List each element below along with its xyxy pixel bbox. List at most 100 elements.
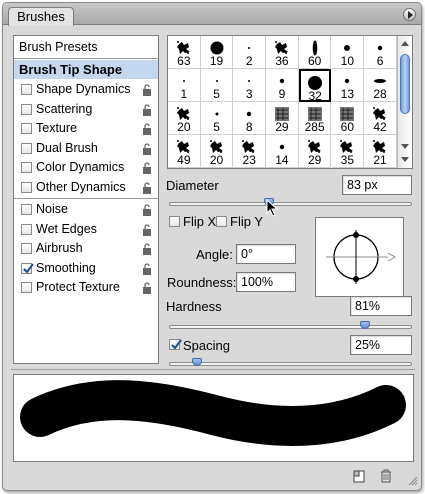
panel-bottom-bar — [3, 466, 421, 490]
lock-icon[interactable] — [142, 123, 152, 135]
brush-preset-cell[interactable]: 1 — [168, 69, 201, 102]
brush-preset-cell[interactable]: 29 — [298, 135, 332, 168]
brush-preset-cell[interactable]: 10 — [331, 36, 365, 69]
new-brush-button[interactable] — [351, 468, 367, 484]
option-row[interactable]: Color Dynamics — [14, 158, 158, 177]
lock-icon[interactable] — [142, 84, 152, 96]
spacing-checkbox[interactable] — [169, 339, 182, 350]
brush-preset-cell[interactable]: 13 — [331, 69, 365, 102]
option-checkbox[interactable] — [21, 103, 32, 115]
angle-dial-icon — [326, 230, 397, 284]
lock-icon[interactable] — [142, 103, 152, 116]
lock-icon[interactable] — [142, 142, 152, 155]
brush-size-label: 28 — [373, 87, 387, 101]
brush-preset-cell[interactable]: 49 — [168, 135, 201, 168]
option-checkbox[interactable] — [21, 282, 32, 293]
brush-preset-cell[interactable]: 19 — [200, 36, 234, 69]
option-label: Shape Dynamics — [36, 82, 131, 96]
angle-field[interactable]: 0° — [236, 244, 296, 264]
brush-preset-cell[interactable]: 21 — [364, 135, 397, 168]
brush-preset-cell[interactable]: 6 — [364, 36, 397, 69]
brush-size-label: 5 — [213, 87, 220, 101]
option-brush-presets[interactable]: Brush Presets — [14, 38, 158, 57]
brush-preset-cell[interactable]: 29 — [266, 102, 299, 135]
option-row[interactable]: Smoothing — [14, 259, 158, 278]
flip-x-checkbox[interactable] — [169, 216, 180, 227]
option-row[interactable]: Shape Dynamics — [14, 80, 158, 99]
tab-brushes[interactable]: Brushes — [8, 7, 74, 26]
diameter-field[interactable]: 83 px — [342, 175, 412, 195]
hardness-slider-knob[interactable] — [360, 321, 371, 329]
option-row[interactable]: Protect Texture — [14, 278, 158, 297]
grid-scrollbar[interactable] — [397, 36, 412, 168]
brush-preset-cell[interactable]: 3 — [233, 69, 267, 102]
brush-size-label: 8 — [245, 120, 253, 134]
scroll-down-icon[interactable] — [400, 141, 410, 151]
brush-preset-cell[interactable]: 8 — [233, 102, 267, 135]
spacing-label: Spacing — [183, 338, 230, 353]
option-checkbox[interactable] — [21, 162, 32, 173]
brush-preset-cell[interactable]: 60 — [298, 36, 332, 69]
brush-preset-cell[interactable]: 42 — [364, 102, 397, 135]
angle-roundness-widget[interactable] — [315, 217, 404, 297]
checkmark-icon — [23, 262, 34, 274]
option-checkbox[interactable] — [21, 204, 32, 215]
option-checkbox[interactable] — [21, 84, 32, 95]
option-checkbox[interactable] — [21, 223, 32, 235]
brush-preset-cell[interactable]: 5 — [200, 102, 234, 135]
lock-icon[interactable] — [142, 262, 152, 275]
brush-preset-cell[interactable]: 28 — [364, 69, 397, 102]
option-checkbox[interactable] — [21, 243, 32, 254]
hardness-field[interactable]: 81% — [350, 296, 412, 316]
resize-grip-icon[interactable] — [408, 475, 418, 486]
brush-preset-cell[interactable]: 60 — [331, 102, 365, 135]
lock-icon[interactable] — [142, 181, 152, 194]
brush-preset-cell[interactable]: 35 — [331, 135, 365, 168]
lock-icon[interactable] — [142, 162, 152, 174]
option-checkbox[interactable] — [21, 142, 32, 154]
scroll-thumb[interactable] — [400, 54, 410, 114]
brush-preset-cell[interactable]: 2 — [233, 36, 267, 69]
option-checkbox[interactable] — [21, 123, 32, 134]
option-label: Dual Brush — [36, 140, 98, 155]
option-checkbox[interactable] — [21, 262, 34, 274]
spacing-field[interactable]: 25% — [350, 335, 412, 355]
brush-preset-cell[interactable]: 14 — [266, 135, 299, 168]
lock-icon[interactable] — [142, 204, 152, 216]
option-row[interactable]: Scattering — [14, 100, 158, 119]
delete-brush-button[interactable] — [378, 468, 394, 484]
brush-size-label: 29 — [275, 120, 289, 134]
spacing-slider-knob[interactable] — [191, 358, 202, 366]
option-row[interactable]: Other Dynamics — [14, 178, 158, 197]
flip-y-checkbox[interactable] — [216, 216, 227, 227]
brush-preset-cell[interactable]: 20 — [200, 135, 234, 168]
brush-preset-cell[interactable]: 285 — [298, 102, 332, 135]
option-row[interactable]: Texture — [14, 119, 158, 138]
option-label: Wet Edges — [36, 221, 97, 236]
option-row[interactable]: Noise — [14, 200, 158, 219]
brush-preset-cell[interactable]: 20 — [168, 102, 201, 135]
brush-preset-cell[interactable]: 23 — [233, 135, 267, 168]
option-row[interactable]: Airbrush — [14, 239, 158, 258]
option-row[interactable]: Dual Brush — [14, 139, 158, 158]
lock-icon[interactable] — [142, 243, 152, 255]
option-brush-tip-shape[interactable]: Brush Tip Shape — [14, 60, 158, 79]
option-row[interactable]: Wet Edges — [14, 220, 158, 239]
spacing-slider[interactable] — [169, 358, 412, 366]
brush-preset-cell[interactable]: 63 — [168, 36, 201, 69]
roundness-field[interactable]: 100% — [236, 272, 296, 292]
lock-icon[interactable] — [142, 223, 152, 236]
lock-icon[interactable] — [142, 282, 152, 294]
scroll-up-icon[interactable] — [400, 39, 410, 49]
divider — [11, 369, 415, 370]
brush-preset-cell[interactable]: 5 — [200, 69, 234, 102]
hardness-slider[interactable] — [169, 321, 412, 329]
scroll-down-icon[interactable] — [400, 154, 410, 164]
panel-menu-button[interactable] — [403, 8, 416, 21]
brush-size-label: 2 — [245, 54, 253, 68]
brush-preset-cell[interactable]: 9 — [266, 69, 299, 102]
brush-preset-cell[interactable]: 32 — [298, 69, 332, 103]
brush-preset-cell[interactable]: 36 — [266, 36, 299, 69]
option-checkbox[interactable] — [21, 181, 32, 193]
diameter-slider[interactable] — [169, 198, 412, 206]
